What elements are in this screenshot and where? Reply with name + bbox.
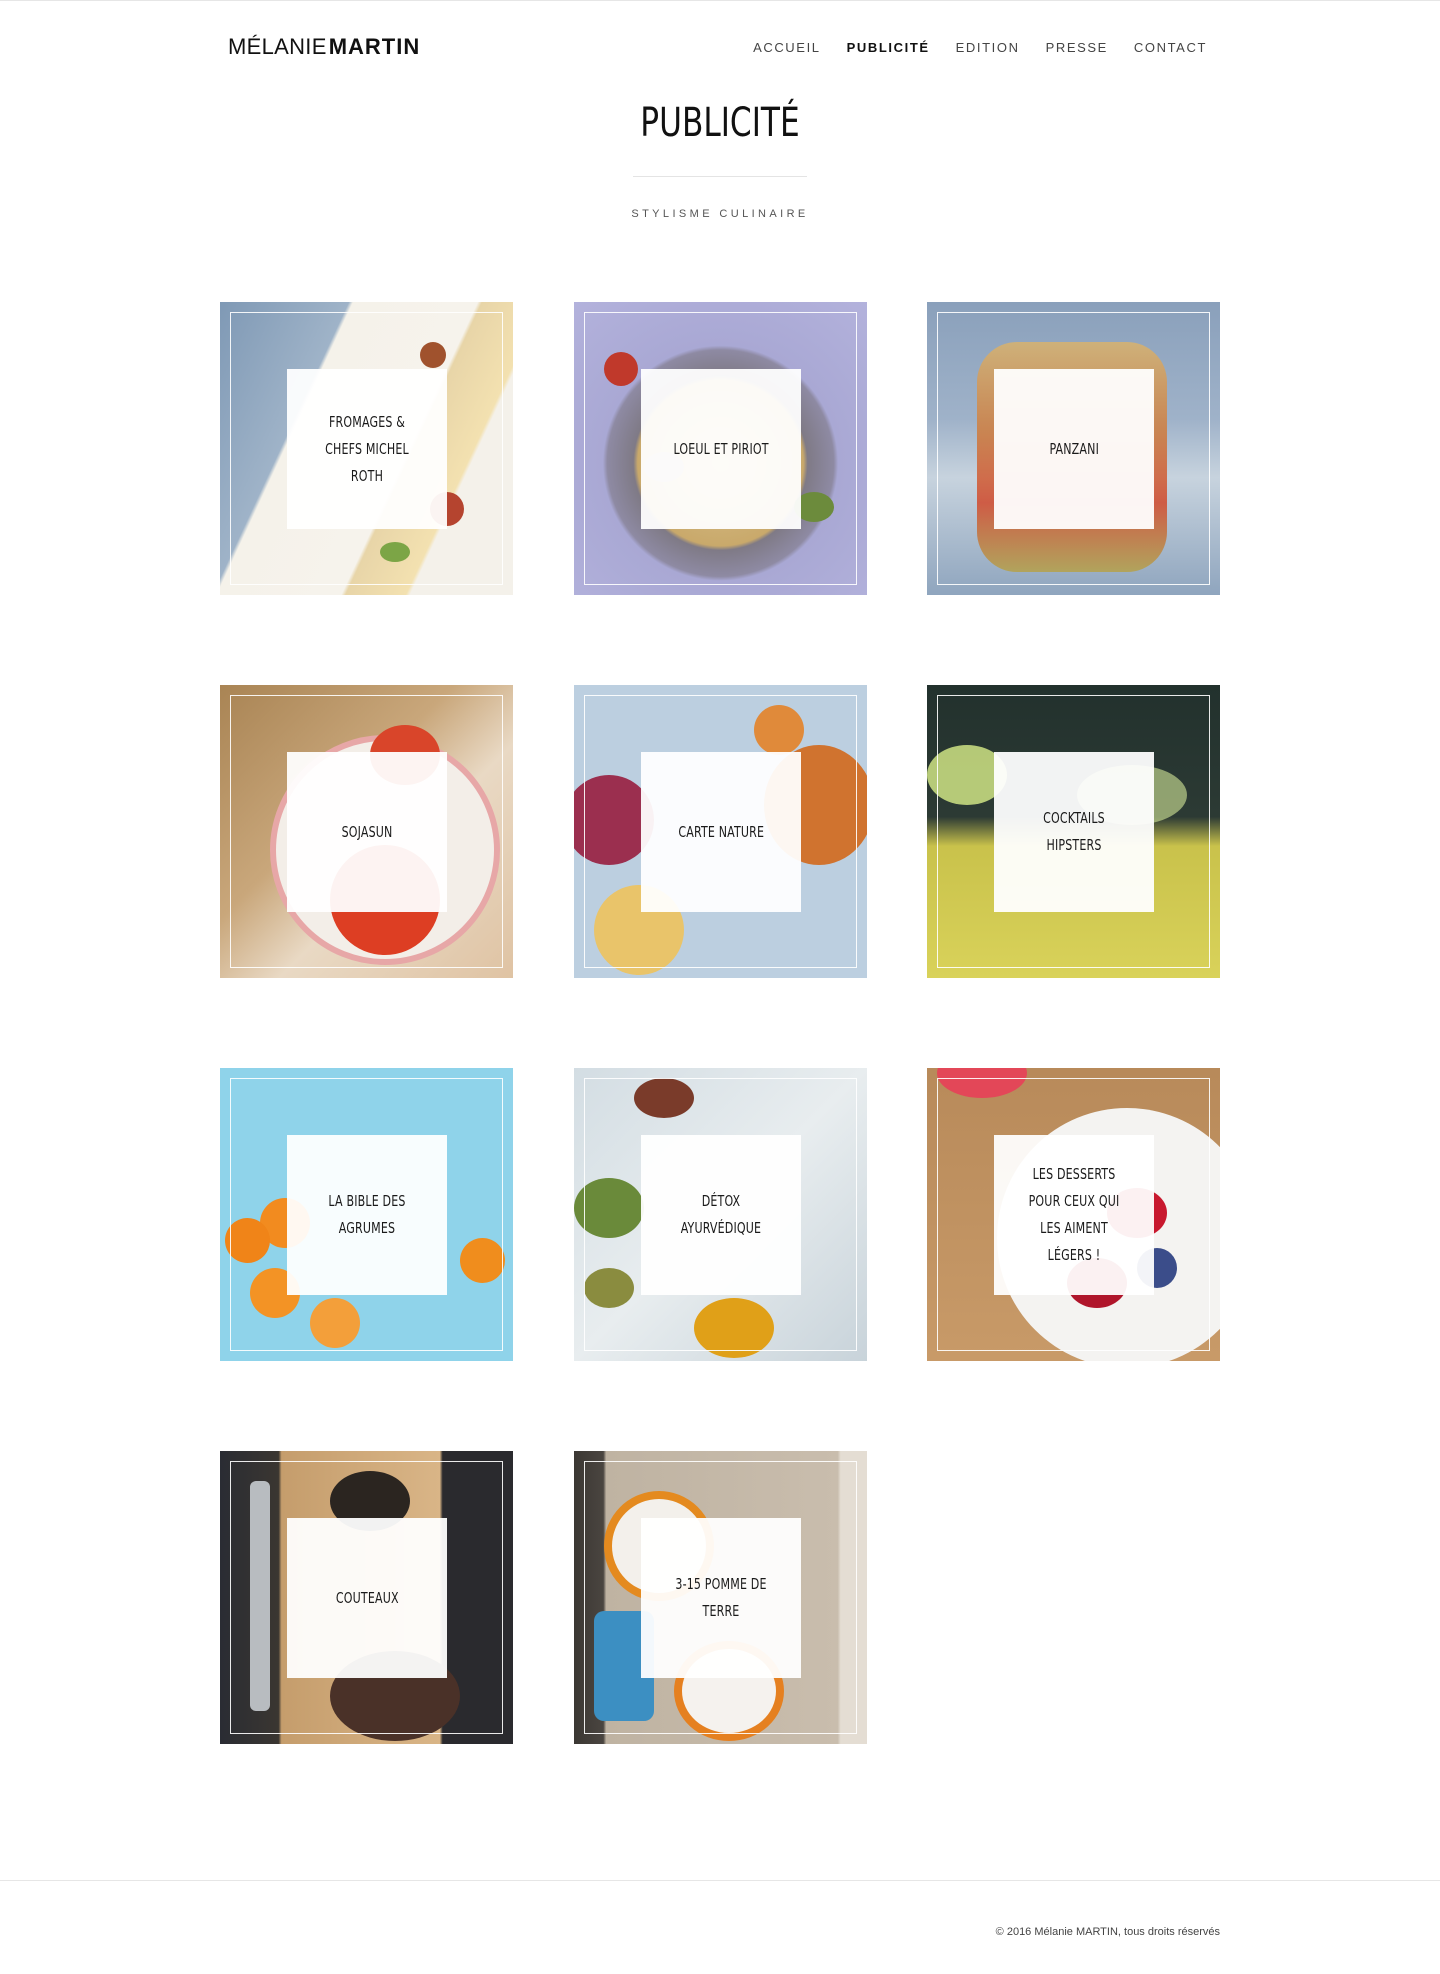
card-label-box: COUTEAUX xyxy=(287,1518,447,1678)
page-subtitle: STYLISME CULINAIRE xyxy=(631,208,809,220)
project-card[interactable]: COCKTAILS HIPSTERS xyxy=(927,685,1220,978)
card-label-box: LA BIBLE DES AGRUMES xyxy=(287,1135,447,1295)
card-label-box: DÉTOX AYURVÉDIQUE xyxy=(641,1135,801,1295)
project-card[interactable]: DÉTOX AYURVÉDIQUE xyxy=(574,1068,867,1361)
nav-item-presse[interactable]: PRESSE xyxy=(1046,40,1108,55)
project-title: PANZANI xyxy=(1049,439,1099,458)
project-card[interactable]: COUTEAUX xyxy=(220,1451,513,1744)
project-title: CARTE NATURE xyxy=(678,822,764,841)
project-title: LA BIBLE DES AGRUMES xyxy=(328,1192,406,1237)
site-logo[interactable]: MÉLANIEMARTIN xyxy=(228,34,420,60)
site-header: MÉLANIEMARTIN ACCUEIL PUBLICITÉ EDITION … xyxy=(0,0,1440,100)
nav-item-contact[interactable]: CONTACT xyxy=(1134,40,1207,55)
project-title: COUTEAUX xyxy=(335,1588,399,1607)
card-label-box: CARTE NATURE xyxy=(641,752,801,912)
card-label-box: SOJASUN xyxy=(287,752,447,912)
card-label-box: FROMAGES & CHEFS MICHEL ROTH xyxy=(287,369,447,529)
logo-first-name: MÉLANIE xyxy=(228,34,327,59)
project-title: 3-15 POMME DE TERRE xyxy=(675,1575,767,1620)
nav-item-accueil[interactable]: ACCUEIL xyxy=(753,40,821,55)
copyright-text: © 2016 Mélanie MARTIN, tous droits réser… xyxy=(995,1926,1220,1938)
title-divider xyxy=(633,176,807,177)
footer-divider xyxy=(0,1880,1440,1881)
nav-item-publicite[interactable]: PUBLICITÉ xyxy=(847,40,930,55)
project-title: LES DESSERTS POUR CEUX QUI LES AIMENT LÉ… xyxy=(1028,1165,1120,1264)
page-title: PUBLICITÉ xyxy=(640,100,800,146)
card-label-box: COCKTAILS HIPSTERS xyxy=(994,752,1154,912)
logo-last-name: MARTIN xyxy=(328,34,421,59)
main-nav: ACCUEIL PUBLICITÉ EDITION PRESSE CONTACT xyxy=(753,40,1207,55)
project-card[interactable]: 3-15 POMME DE TERRE xyxy=(574,1451,867,1744)
project-card[interactable]: LA BIBLE DES AGRUMES xyxy=(220,1068,513,1361)
project-card[interactable]: LES DESSERTS POUR CEUX QUI LES AIMENT LÉ… xyxy=(927,1068,1220,1361)
project-title: DÉTOX AYURVÉDIQUE xyxy=(680,1192,762,1237)
project-card[interactable]: LOEUL ET PIRIOT xyxy=(574,302,867,595)
project-card[interactable]: FROMAGES & CHEFS MICHEL ROTH xyxy=(220,302,513,595)
project-card[interactable]: SOJASUN xyxy=(220,685,513,978)
project-card[interactable]: PANZANI xyxy=(927,302,1220,595)
project-title: FROMAGES & CHEFS MICHEL ROTH xyxy=(325,412,409,485)
card-label-box: LOEUL ET PIRIOT xyxy=(641,369,801,529)
card-label-box: 3-15 POMME DE TERRE xyxy=(641,1518,801,1678)
project-card[interactable]: CARTE NATURE xyxy=(574,685,867,978)
card-label-box: LES DESSERTS POUR CEUX QUI LES AIMENT LÉ… xyxy=(994,1135,1154,1295)
site-footer: © 2016 Mélanie MARTIN, tous droits réser… xyxy=(0,1880,1440,1974)
nav-item-edition[interactable]: EDITION xyxy=(956,40,1020,55)
project-title: SOJASUN xyxy=(341,822,393,841)
project-title: COCKTAILS HIPSTERS xyxy=(1043,809,1105,854)
project-title: LOEUL ET PIRIOT xyxy=(673,439,769,458)
card-label-box: PANZANI xyxy=(994,369,1154,529)
